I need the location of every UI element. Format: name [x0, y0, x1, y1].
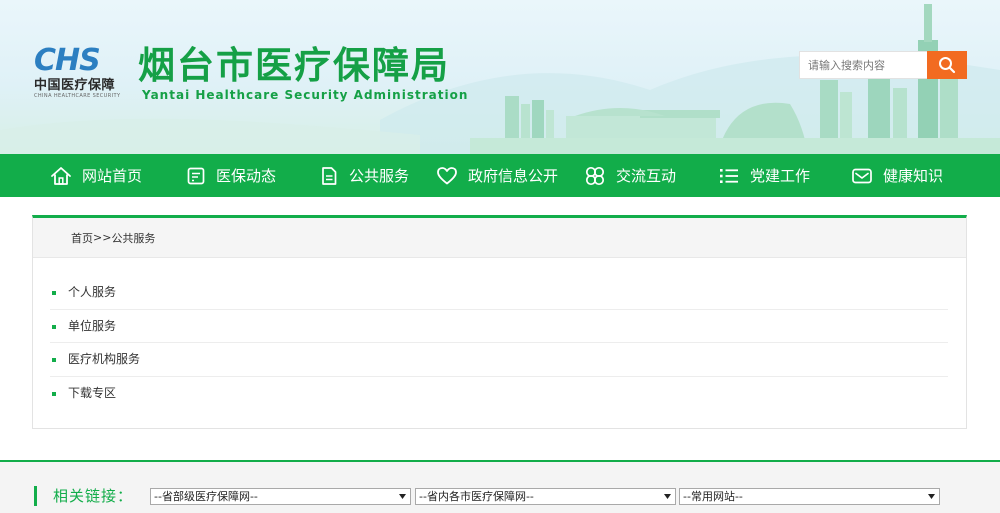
content-panel: 首页 >> 公共服务 个人服务 单位服务 医疗机构服务 下载专区 — [32, 215, 967, 429]
search-button[interactable] — [927, 51, 967, 79]
breadcrumb-separator: >> — [93, 231, 112, 244]
breadcrumb-current: 公共服务 — [111, 231, 156, 245]
breadcrumb: 首页 >> 公共服务 — [33, 218, 966, 258]
heart-icon — [437, 166, 457, 184]
related-links-label: 相关链接： — [34, 486, 133, 506]
nav-item-label: 党建工作 — [750, 167, 811, 185]
nav-item-public-service[interactable]: 公共服务 — [319, 154, 409, 197]
list-item[interactable]: 单位服务 — [50, 310, 948, 343]
site-title: 烟台市医疗保障局 — [138, 43, 450, 87]
nav-item-label: 政府信息公开 — [468, 167, 559, 185]
nav-item-label: 网站首页 — [82, 167, 143, 185]
site-subtitle: Yantai Healthcare Security Administratio… — [142, 88, 469, 102]
nav-item-label: 医保动态 — [216, 167, 277, 185]
clover-icon — [585, 166, 605, 185]
list-item[interactable]: 下载专区 — [50, 377, 948, 411]
list-item-label: 下载专区 — [68, 385, 117, 400]
nav-item-home[interactable]: 网站首页 — [50, 154, 142, 197]
logo-chinese-text: 中国医疗保障 — [34, 78, 116, 93]
dropdown-arrow-icon — [399, 494, 406, 499]
logo-mark: CHS — [34, 43, 101, 78]
dropdown-arrow-icon — [928, 494, 935, 499]
list-item-label: 医疗机构服务 — [68, 352, 141, 366]
dropdown-arrow-icon — [664, 494, 671, 499]
breadcrumb-home-link[interactable]: 首页 — [71, 230, 93, 246]
nav-item-party-building[interactable]: 党建工作 — [718, 154, 810, 197]
nav-item-health-knowledge[interactable]: 健康知识 — [851, 154, 943, 197]
list-icon — [720, 168, 738, 183]
list-item[interactable]: 个人服务 — [50, 276, 948, 310]
related-links-bar: 相关链接： --省部级医疗保障网-- --省内各市医疗保障网-- --常用网站-… — [0, 460, 1000, 513]
nav-item-news[interactable]: 医保动态 — [186, 154, 276, 197]
select-province-sites[interactable]: --省内各市医疗保障网-- — [415, 488, 676, 505]
main-nav: 网站首页 医保动态 公共服务 政府信息公开 交流互动 党建工作 健康知识 — [0, 154, 1000, 197]
document-icon — [322, 166, 337, 185]
bullet-icon — [52, 291, 56, 295]
nav-item-interaction[interactable]: 交流互动 — [584, 154, 676, 197]
nav-item-label: 健康知识 — [883, 167, 944, 185]
chs-logo: CHS 中国医疗保障 CHINA HEALTHCARE SECURITY — [34, 46, 126, 102]
select-common-sites[interactable]: --常用网站-- — [679, 488, 940, 505]
select-value: --省部级医疗保障网-- — [154, 490, 258, 503]
select-value: --省内各市医疗保障网-- — [419, 490, 534, 503]
list-item[interactable]: 医疗机构服务 — [50, 343, 948, 377]
logo-english-text: CHINA HEALTHCARE SECURITY — [34, 93, 121, 99]
select-value: --常用网站-- — [683, 490, 743, 503]
service-list: 个人服务 单位服务 医疗机构服务 下载专区 — [50, 276, 948, 410]
bullet-icon — [52, 358, 56, 362]
select-ministry-sites[interactable]: --省部级医疗保障网-- — [150, 488, 411, 505]
home-icon — [51, 166, 71, 185]
list-item-label: 单位服务 — [68, 318, 117, 333]
nav-item-label: 公共服务 — [349, 167, 410, 185]
bullet-icon — [52, 391, 56, 396]
mail-icon — [852, 168, 872, 183]
search-box — [799, 51, 967, 79]
list-item-label: 个人服务 — [68, 285, 117, 299]
nav-item-label: 交流互动 — [616, 167, 677, 185]
search-icon — [939, 57, 956, 74]
news-icon — [187, 167, 205, 184]
search-input[interactable] — [800, 52, 927, 78]
bullet-icon — [52, 324, 56, 329]
nav-item-gov-info[interactable]: 政府信息公开 — [436, 154, 558, 197]
header-banner: CHS 中国医疗保障 CHINA HEALTHCARE SECURITY 烟台市… — [0, 0, 1000, 154]
